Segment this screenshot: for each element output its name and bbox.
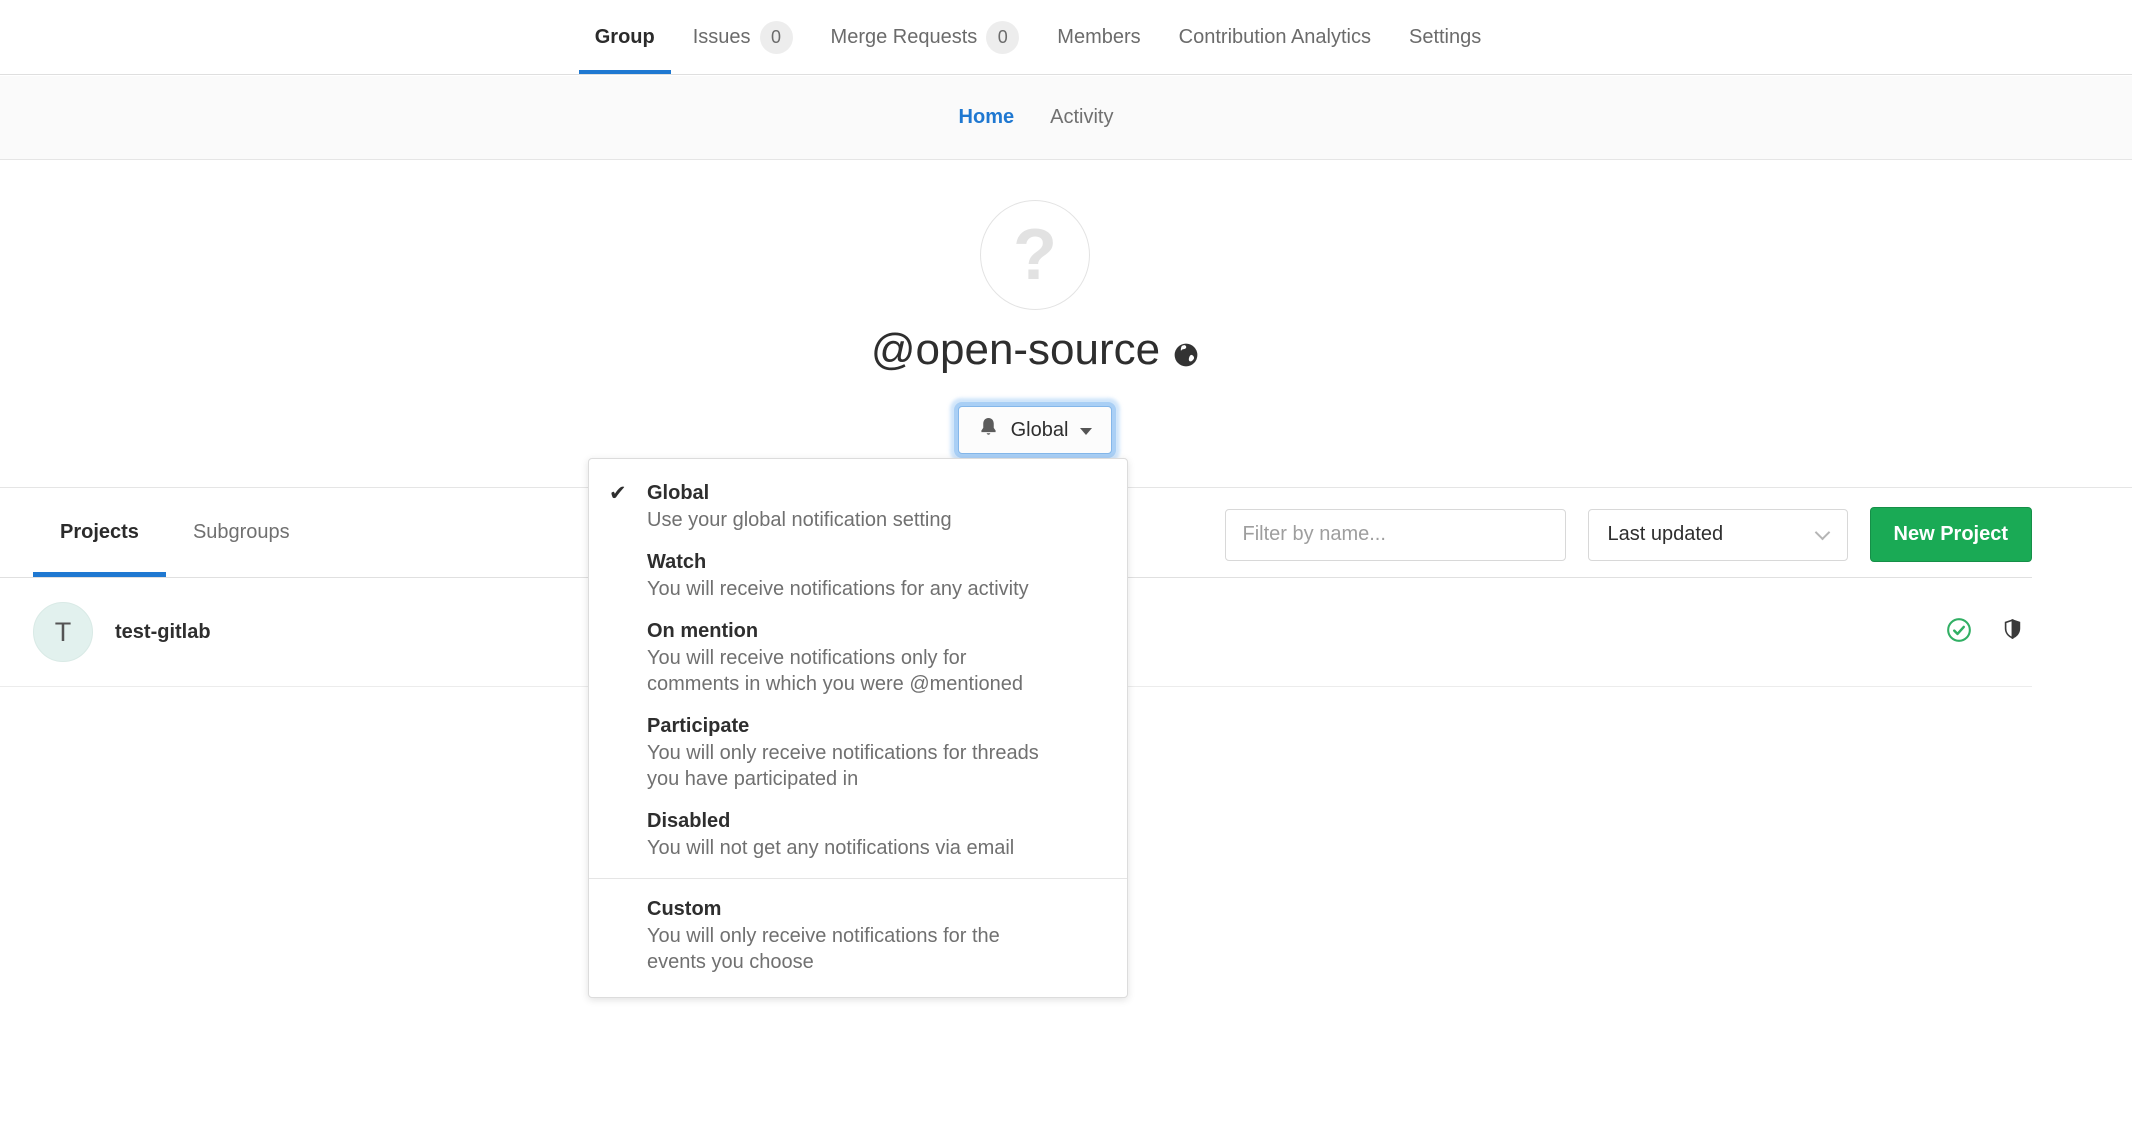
gitlab-group-page: Group Issues 0 Merge Requests 0 Members …	[0, 0, 2132, 1132]
tab-members-label: Members	[1057, 26, 1140, 49]
menu-item-custom[interactable]: Custom You will only receive notificatio…	[589, 888, 1127, 983]
menu-item-watch-title: Watch	[647, 549, 1101, 576]
projects-toolbar: Last updated New Project	[1225, 507, 2032, 562]
menu-item-disabled-title: Disabled	[647, 808, 1101, 835]
shield-half-icon	[2001, 618, 2024, 646]
sort-dropdown[interactable]: Last updated	[1588, 509, 1848, 561]
merge-requests-count-badge: 0	[986, 21, 1019, 54]
tab-merge-requests[interactable]: Merge Requests 0	[814, 0, 1037, 74]
tab-members[interactable]: Members	[1040, 0, 1157, 74]
menu-item-participate-title: Participate	[647, 713, 1101, 740]
menu-item-disabled[interactable]: Disabled You will not get any notificati…	[589, 800, 1127, 869]
notification-button-label: Global	[1011, 419, 1069, 442]
filter-by-name-input[interactable]	[1225, 509, 1566, 561]
menu-item-participate-description: You will only receive notifications for …	[647, 740, 1062, 792]
group-title: @open-source	[871, 326, 1199, 374]
tab-projects-label: Projects	[60, 521, 139, 544]
notification-dropdown-menu: ✔ Global Use your global notification se…	[588, 458, 1128, 998]
menu-item-on-mention-title: On mention	[647, 618, 1101, 645]
subtab-activity-label: Activity	[1050, 106, 1113, 128]
group-sub-nav: Home Activity	[0, 76, 2132, 160]
group-sub-nav-inner: Home Activity	[0, 76, 2102, 159]
tab-group-label: Group	[595, 26, 655, 49]
menu-divider	[589, 878, 1127, 879]
notification-dropdown-button[interactable]: Global	[958, 406, 1113, 454]
tab-merge-requests-label: Merge Requests	[831, 26, 978, 49]
chevron-down-icon	[1080, 428, 1092, 435]
menu-item-global-title: Global	[647, 480, 1101, 507]
earth-icon	[1173, 329, 1199, 379]
menu-item-participate[interactable]: Participate You will only receive notifi…	[589, 705, 1127, 800]
subtab-activity[interactable]: Activity	[1032, 106, 1131, 129]
group-name: @open-source	[871, 325, 1160, 375]
project-name-link[interactable]: test-gitlab	[115, 621, 211, 644]
tab-settings[interactable]: Settings	[1392, 0, 1498, 74]
group-top-nav-inner: Group Issues 0 Merge Requests 0 Members …	[0, 0, 2104, 74]
menu-item-on-mention-description: You will receive notifications only for …	[647, 645, 1062, 697]
check-icon: ✔	[609, 481, 627, 506]
menu-item-on-mention[interactable]: On mention You will receive notification…	[589, 610, 1127, 705]
group-top-nav: Group Issues 0 Merge Requests 0 Members …	[0, 0, 2132, 75]
tab-subgroups[interactable]: Subgroups	[166, 488, 317, 577]
tab-contribution-analytics-label: Contribution Analytics	[1179, 26, 1371, 49]
bell-icon	[978, 416, 999, 444]
project-avatar: T	[33, 602, 93, 662]
group-cover: ? @open-source	[0, 161, 2132, 488]
tab-contribution-analytics[interactable]: Contribution Analytics	[1162, 0, 1388, 74]
group-avatar-placeholder: ?	[1013, 214, 1057, 296]
menu-item-custom-description: You will only receive notifications for …	[647, 923, 1062, 975]
subtab-home[interactable]: Home	[941, 106, 1033, 129]
tab-projects[interactable]: Projects	[33, 488, 166, 577]
tab-subgroups-label: Subgroups	[193, 521, 290, 544]
menu-item-global-description: Use your global notification setting	[647, 507, 1062, 533]
menu-item-global[interactable]: ✔ Global Use your global notification se…	[589, 472, 1127, 541]
projects-tabs: Projects Subgroups	[33, 488, 317, 577]
tab-settings-label: Settings	[1409, 26, 1481, 49]
new-project-button[interactable]: New Project	[1870, 507, 2032, 562]
tab-issues[interactable]: Issues 0	[676, 0, 810, 74]
notification-button-wrap: Global	[958, 406, 1113, 454]
tab-group[interactable]: Group	[578, 0, 672, 74]
group-avatar: ?	[980, 200, 1090, 310]
menu-item-watch[interactable]: Watch You will receive notifications for…	[589, 541, 1127, 610]
issues-count-badge: 0	[760, 21, 793, 54]
project-avatar-letter: T	[55, 617, 72, 648]
group-cover-inner: ? @open-source	[0, 161, 2101, 454]
tab-issues-label: Issues	[693, 26, 751, 49]
menu-item-watch-description: You will receive notifications for any a…	[647, 576, 1062, 602]
menu-item-custom-title: Custom	[647, 896, 1101, 923]
pipeline-check-circle-icon[interactable]	[1946, 617, 1972, 648]
project-row-icons	[1946, 617, 2024, 648]
menu-item-disabled-description: You will not get any notifications via e…	[647, 835, 1062, 861]
subtab-home-label: Home	[959, 106, 1015, 128]
chevron-down-icon	[1814, 524, 1830, 540]
sort-dropdown-selected: Last updated	[1608, 523, 1724, 546]
